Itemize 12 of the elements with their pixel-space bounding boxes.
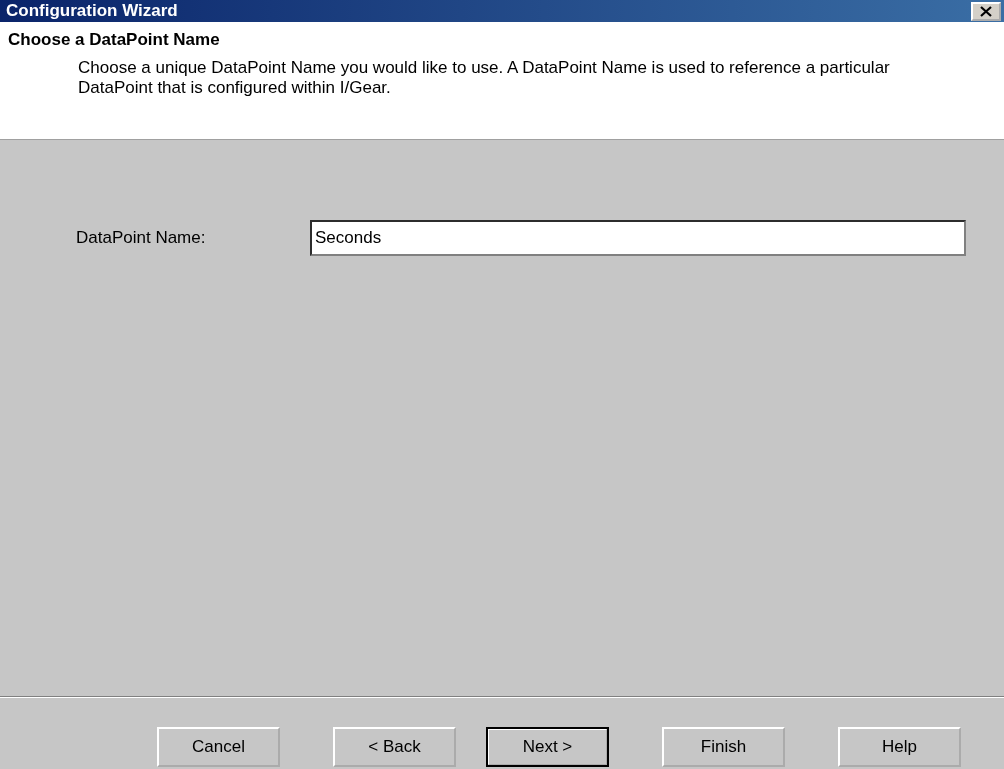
window-title: Configuration Wizard	[6, 1, 178, 21]
page-heading: Choose a DataPoint Name	[8, 30, 221, 50]
wizard-button[interactable]: < Back	[333, 727, 456, 767]
page-description: Choose a unique DataPoint Name you would like to use. A DataPoint Name is used to reference a particular DataPoint that is configured within I/Gear.	[78, 58, 891, 98]
close-icon	[980, 5, 992, 17]
close-button[interactable]	[971, 1, 1001, 21]
wizard-button[interactable]: Next >	[486, 727, 609, 767]
field-label: DataPoint Name:	[76, 228, 207, 248]
datapoint-name-field[interactable]: Seconds	[310, 220, 966, 256]
wizard-button[interactable]: Help	[838, 727, 961, 767]
wizard-button[interactable]: Cancel	[157, 727, 280, 767]
wizard-button[interactable]: Finish	[662, 727, 785, 767]
